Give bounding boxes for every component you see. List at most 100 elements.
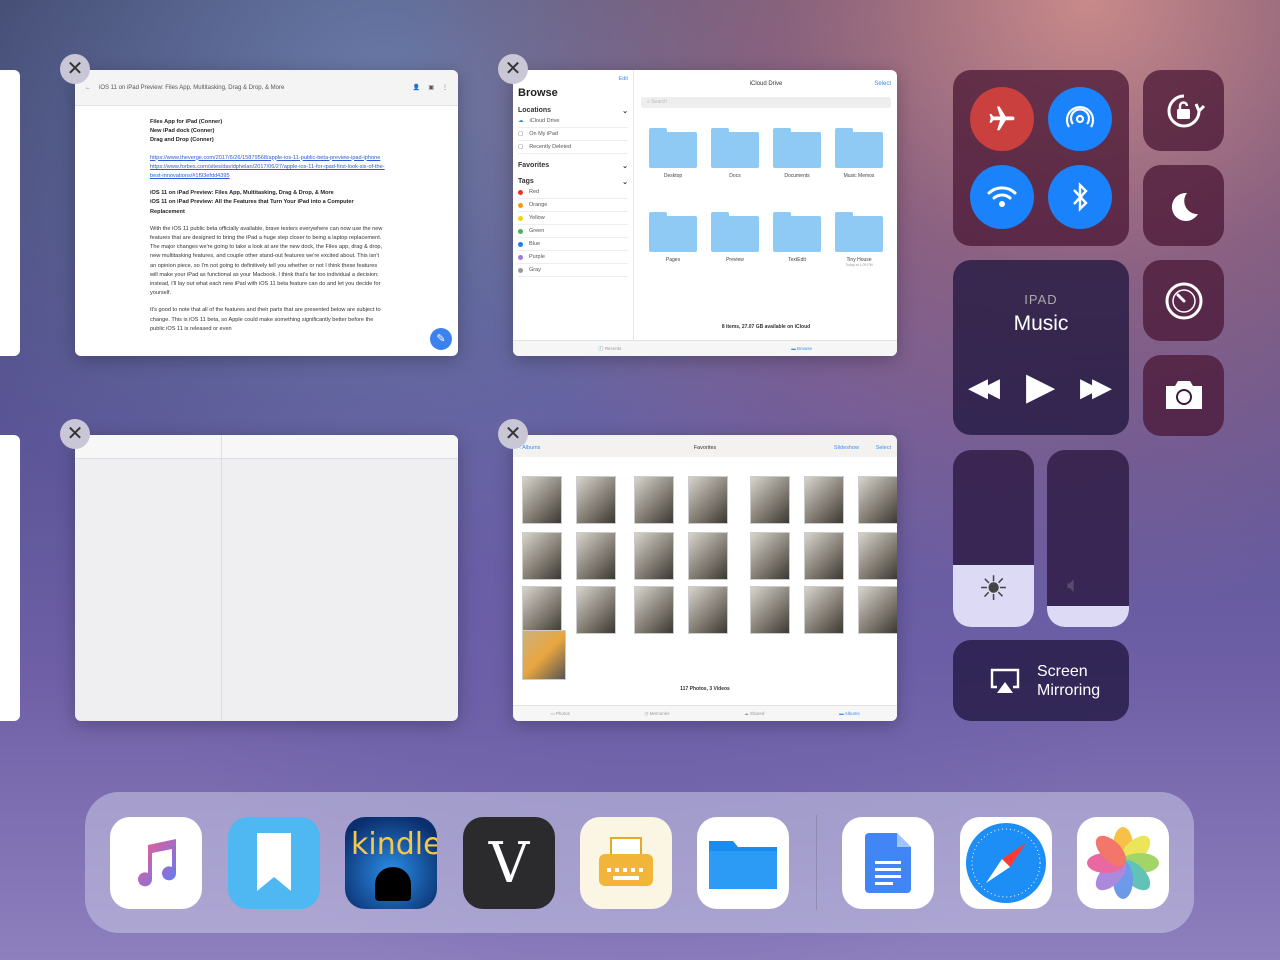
- tag-item[interactable]: Orange: [518, 199, 628, 212]
- app-kindle[interactable]: kindle: [345, 817, 437, 909]
- folder-item[interactable]: [835, 212, 883, 252]
- photo-thumbnail[interactable]: [858, 586, 897, 634]
- tab-recents[interactable]: 🕘 Recents: [598, 346, 621, 352]
- bluetooth-toggle[interactable]: [1048, 165, 1112, 229]
- doc-link[interactable]: https://www.forbes.com/sites/davidphelan…: [150, 163, 385, 181]
- app-photos[interactable]: [1077, 817, 1169, 909]
- photo-thumbnail[interactable]: [750, 586, 790, 634]
- orientation-lock-button[interactable]: [1143, 70, 1224, 151]
- app-card-docs[interactable]: ← iOS 11 on iPad Preview: Files App, Mul…: [75, 70, 458, 356]
- close-card-button[interactable]: ✕: [498, 54, 528, 84]
- location-item[interactable]: ▢ On My iPad: [518, 128, 628, 141]
- close-card-button[interactable]: ✕: [498, 419, 528, 449]
- photo-thumbnail[interactable]: [522, 630, 566, 680]
- select-button[interactable]: Select: [876, 445, 891, 451]
- edit-pencil-button[interactable]: ✎: [430, 328, 452, 350]
- photo-thumbnail[interactable]: [858, 532, 897, 580]
- doc-link[interactable]: https://www.theverge.com/2017/6/26/15879…: [150, 154, 385, 163]
- tab-browse[interactable]: ▬ Browse: [791, 346, 812, 351]
- app-card-photos[interactable]: ‹ Albums Favorites Slideshow Select 117 …: [513, 435, 897, 721]
- photo-thumbnail[interactable]: [750, 476, 790, 524]
- photo-thumbnail[interactable]: [688, 476, 728, 524]
- select-button[interactable]: Select: [874, 81, 891, 87]
- tags-header[interactable]: Tags ⌄: [518, 178, 628, 186]
- photo-thumbnail[interactable]: [858, 476, 897, 524]
- play-button[interactable]: ▶: [1026, 364, 1055, 409]
- photo-thumbnail[interactable]: [634, 586, 674, 634]
- folder-item[interactable]: [773, 128, 821, 168]
- wifi-toggle[interactable]: [970, 165, 1034, 229]
- back-arrow-icon[interactable]: ←: [85, 85, 91, 91]
- folder-item[interactable]: [649, 212, 697, 252]
- airdrop-icon: [1065, 106, 1095, 128]
- tab-photos[interactable]: ▭ Photos: [550, 711, 570, 717]
- locations-header[interactable]: Locations ⌄: [518, 107, 628, 115]
- tab-shared[interactable]: ☁ Shared: [744, 711, 764, 717]
- fast-forward-button[interactable]: ▶▶: [1080, 372, 1112, 403]
- photo-thumbnail[interactable]: [522, 476, 562, 524]
- app-bookmarks[interactable]: [228, 817, 320, 909]
- folder-item[interactable]: [773, 212, 821, 252]
- photo-thumbnail[interactable]: [576, 532, 616, 580]
- location-item[interactable]: ▢ Recently Deleted: [518, 141, 628, 154]
- screen-mirroring-button[interactable]: Screen Mirroring: [953, 640, 1129, 721]
- tag-item[interactable]: Purple: [518, 251, 628, 264]
- photo-thumbnail[interactable]: [750, 532, 790, 580]
- app-typewriter[interactable]: [580, 817, 672, 909]
- photo-thumbnail[interactable]: [522, 532, 562, 580]
- tag-color-dot: [518, 189, 523, 195]
- tag-item[interactable]: Gray: [518, 264, 628, 277]
- tag-item[interactable]: Green: [518, 225, 628, 238]
- airplane-mode-toggle[interactable]: [970, 87, 1034, 151]
- airdrop-toggle[interactable]: [1048, 87, 1112, 151]
- photo-thumbnail[interactable]: [688, 532, 728, 580]
- favorites-header[interactable]: Favorites ⌄: [518, 162, 628, 170]
- location-item[interactable]: ☁ iCloud Drive: [518, 115, 628, 128]
- app-files[interactable]: [697, 817, 789, 909]
- camera-button[interactable]: [1143, 355, 1224, 436]
- tag-item[interactable]: Yellow: [518, 212, 628, 225]
- tab-albums[interactable]: ▬ Albums: [839, 711, 860, 716]
- tab-memories[interactable]: ◷ Memories: [645, 711, 670, 717]
- partial-app-card[interactable]: [0, 70, 20, 356]
- browse-title: Browse: [518, 87, 558, 99]
- close-card-button[interactable]: ✕: [60, 54, 90, 84]
- photo-thumbnail[interactable]: [634, 532, 674, 580]
- photo-thumbnail[interactable]: [688, 586, 728, 634]
- photo-thumbnail[interactable]: [804, 476, 844, 524]
- tag-item[interactable]: Red: [518, 186, 628, 199]
- brightness-slider[interactable]: ☀: [953, 450, 1034, 627]
- more-icon[interactable]: ⋮: [442, 84, 448, 91]
- folder-item[interactable]: [649, 128, 697, 168]
- edit-button[interactable]: Edit: [518, 76, 628, 82]
- folder-item[interactable]: [711, 212, 759, 252]
- slideshow-button[interactable]: Slideshow: [834, 445, 859, 451]
- photo-thumbnail[interactable]: [522, 586, 562, 634]
- partial-app-card[interactable]: [0, 435, 20, 721]
- photo-thumbnail[interactable]: [804, 532, 844, 580]
- close-card-button[interactable]: ✕: [60, 419, 90, 449]
- volume-slider[interactable]: 🔈︎: [1047, 450, 1129, 627]
- app-safari[interactable]: [960, 817, 1052, 909]
- app-google-docs[interactable]: [842, 817, 934, 909]
- volume-level: [1047, 605, 1129, 627]
- timer-button[interactable]: [1143, 260, 1224, 341]
- do-not-disturb-button[interactable]: [1143, 165, 1224, 246]
- rewind-button[interactable]: ◀◀: [968, 372, 1000, 403]
- paragraph: It's good to note that all of the featur…: [150, 307, 381, 332]
- comment-icon[interactable]: ▣: [428, 84, 434, 91]
- photo-thumbnail[interactable]: [634, 476, 674, 524]
- search-input[interactable]: ⌕ Search: [641, 97, 891, 108]
- moon-icon: [1171, 192, 1198, 221]
- photo-thumbnail[interactable]: [576, 476, 616, 524]
- photo-thumbnail[interactable]: [804, 586, 844, 634]
- app-card-blank[interactable]: [75, 435, 458, 721]
- app-vesper[interactable]: V: [463, 817, 555, 909]
- folder-item[interactable]: [835, 128, 883, 168]
- photo-thumbnail[interactable]: [576, 586, 616, 634]
- app-music[interactable]: [110, 817, 202, 909]
- share-person-icon[interactable]: 👤: [413, 84, 420, 91]
- app-card-files[interactable]: Edit Browse Locations ⌄ ☁ iCloud Drive ▢ On …: [513, 70, 897, 356]
- tag-item[interactable]: Blue: [518, 238, 628, 251]
- folder-item[interactable]: [711, 128, 759, 168]
